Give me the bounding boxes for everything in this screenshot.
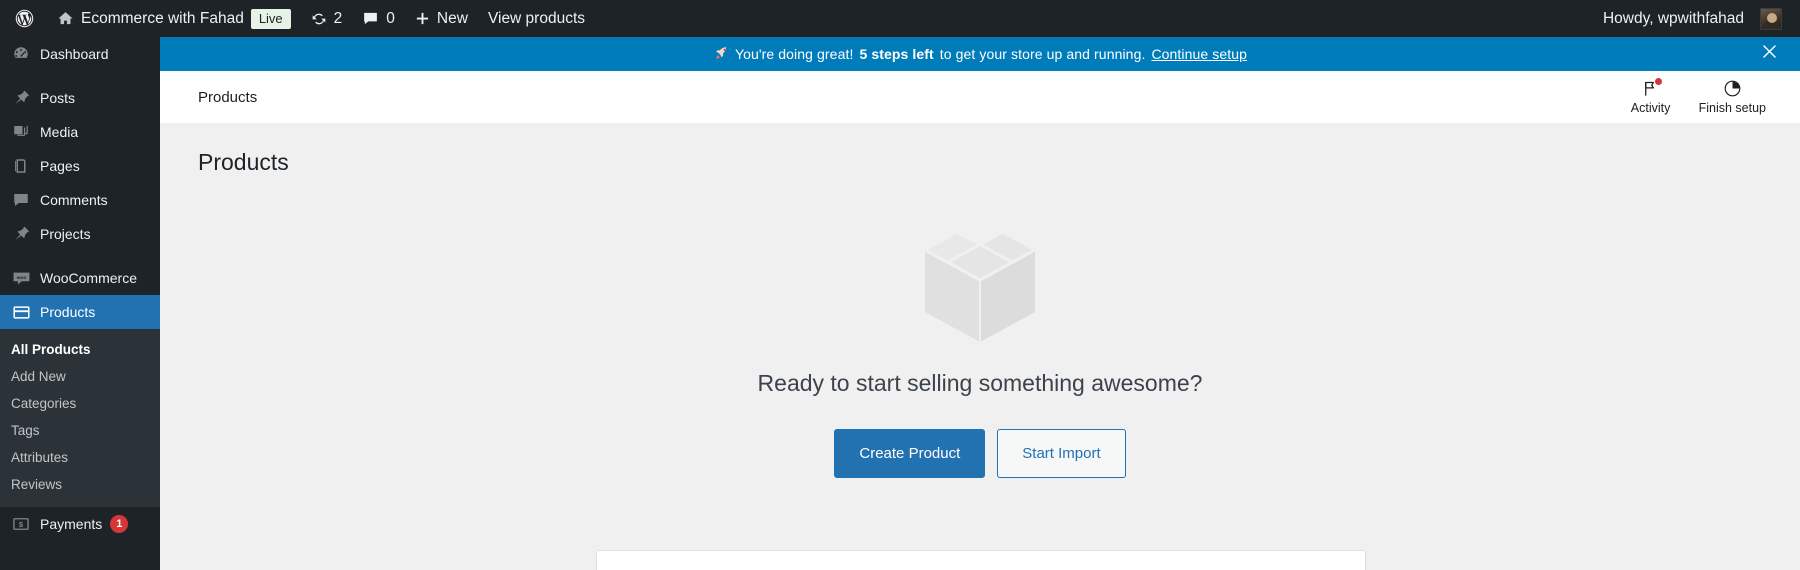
sidebar-item-label: Payments (40, 516, 103, 532)
notice-text-after: to get your store up and running. (939, 46, 1146, 62)
pin-icon (11, 88, 31, 108)
submenu-item-attributes[interactable]: Attributes (0, 444, 160, 471)
bottom-card-panel (596, 550, 1366, 570)
sidebar-item-posts[interactable]: Posts (0, 81, 160, 115)
submenu-item-add-new[interactable]: Add New (0, 363, 160, 390)
empty-state-headline: Ready to start selling something awesome… (757, 369, 1203, 396)
empty-state-actions: Create Product Start Import (834, 428, 1126, 478)
main-content: Products Ready to start selling somethin… (160, 124, 1800, 570)
view-products-link[interactable]: View products (478, 0, 595, 37)
updates-button[interactable]: 2 (301, 0, 353, 37)
sidebar-item-label: Projects (40, 226, 91, 242)
finish-setup-label: Finish setup (1698, 101, 1766, 115)
site-name-label: Ecommerce with Fahad (81, 9, 244, 27)
comment-bubble-icon (362, 10, 379, 27)
create-product-button[interactable]: Create Product (834, 428, 986, 478)
comment-bubble-icon (11, 190, 31, 210)
products-icon (11, 302, 31, 322)
continue-setup-link[interactable]: Continue setup (1151, 46, 1247, 62)
dashboard-icon (11, 44, 31, 64)
sidebar-item-label: Pages (40, 158, 80, 174)
submenu-item-reviews[interactable]: Reviews (0, 471, 160, 498)
pages-icon (11, 156, 31, 176)
wordpress-logo-button[interactable] (0, 0, 47, 37)
sidebar-item-projects[interactable]: Projects (0, 217, 160, 251)
sidebar-separator (0, 251, 160, 261)
activity-label: Activity (1630, 101, 1671, 115)
plus-icon (415, 11, 430, 26)
breadcrumb: Products (198, 88, 258, 106)
package-box-icon (915, 212, 1045, 348)
sidebar-item-label: Media (40, 124, 79, 140)
sidebar-item-label: WooCommerce (40, 270, 137, 286)
account-greeting: Howdy, wpwithfahad (1602, 9, 1744, 27)
sidebar-separator (0, 71, 160, 81)
updates-icon (311, 11, 327, 27)
sidebar-item-label: Comments (40, 192, 108, 208)
activity-notification-dot (1655, 78, 1663, 85)
activity-panel-button[interactable]: Activity (1615, 71, 1687, 124)
rocket-icon (713, 45, 729, 64)
updates-count: 2 (333, 9, 343, 27)
header-actions: Activity Finish setup (1615, 71, 1778, 124)
site-name-menu[interactable]: Ecommerce with Fahad Live (47, 0, 301, 37)
home-icon (57, 10, 74, 27)
sidebar-item-label: Dashboard (40, 46, 109, 62)
finish-setup-button[interactable]: Finish setup (1687, 71, 1778, 124)
store-setup-notice: You're doing great! 5 steps left to get … (160, 37, 1800, 71)
new-content-label: New (436, 9, 468, 27)
payments-badge: 1 (110, 515, 129, 533)
submenu-item-categories[interactable]: Categories (0, 390, 160, 417)
products-empty-state: Ready to start selling something awesome… (160, 212, 1800, 478)
start-import-button[interactable]: Start Import (997, 428, 1126, 478)
sidebar-item-label: Products (40, 304, 96, 320)
notice-text-before: You're doing great! (734, 46, 854, 62)
notice-highlight: 5 steps left (859, 46, 934, 62)
live-badge: Live (250, 8, 291, 29)
payments-icon: $ (11, 514, 31, 534)
account-menu[interactable]: Howdy, wpwithfahad (1593, 0, 1792, 37)
sidebar-item-pages[interactable]: Pages (0, 149, 160, 183)
view-products-label: View products (487, 9, 586, 27)
comments-count: 0 (386, 9, 395, 27)
svg-text:$: $ (19, 520, 24, 529)
page-title: Products (198, 149, 289, 175)
close-icon (1760, 42, 1779, 66)
progress-circle-icon (1723, 79, 1742, 98)
svg-text:woo: woo (15, 275, 26, 280)
close-notice-button[interactable] (1752, 37, 1786, 71)
sidebar-separator (0, 541, 160, 551)
submenu-item-all-products[interactable]: All Products (0, 336, 160, 363)
sidebar-item-products[interactable]: Products (0, 295, 168, 329)
avatar (1760, 7, 1782, 30)
sidebar-item-woocommerce[interactable]: woo WooCommerce (0, 261, 160, 295)
submenu-item-tags[interactable]: Tags (0, 417, 160, 444)
woocommerce-header: Products Activity Finish setup (160, 71, 1800, 124)
media-icon (11, 122, 31, 142)
admin-sidebar: Dashboard Posts Media Pages Comments Pro… (0, 37, 168, 570)
sidebar-item-label: Posts (40, 90, 76, 106)
store-setup-notice-text: You're doing great! 5 steps left to get … (713, 45, 1247, 64)
sidebar-item-payments[interactable]: $ Payments 1 (0, 507, 160, 541)
comments-button[interactable]: 0 (352, 0, 405, 37)
pin-icon (11, 224, 31, 244)
flag-icon (1641, 78, 1663, 98)
admin-bar: Ecommerce with Fahad Live 2 0 New View p… (0, 0, 1800, 37)
wordpress-logo-icon (14, 8, 35, 29)
new-content-button[interactable]: New (405, 0, 478, 37)
sidebar-item-media[interactable]: Media (0, 115, 160, 149)
woo-icon: woo (11, 268, 31, 288)
sidebar-item-dashboard[interactable]: Dashboard (0, 37, 160, 71)
products-submenu: All Products Add New Categories Tags Att… (0, 329, 160, 507)
sidebar-item-comments[interactable]: Comments (0, 183, 160, 217)
